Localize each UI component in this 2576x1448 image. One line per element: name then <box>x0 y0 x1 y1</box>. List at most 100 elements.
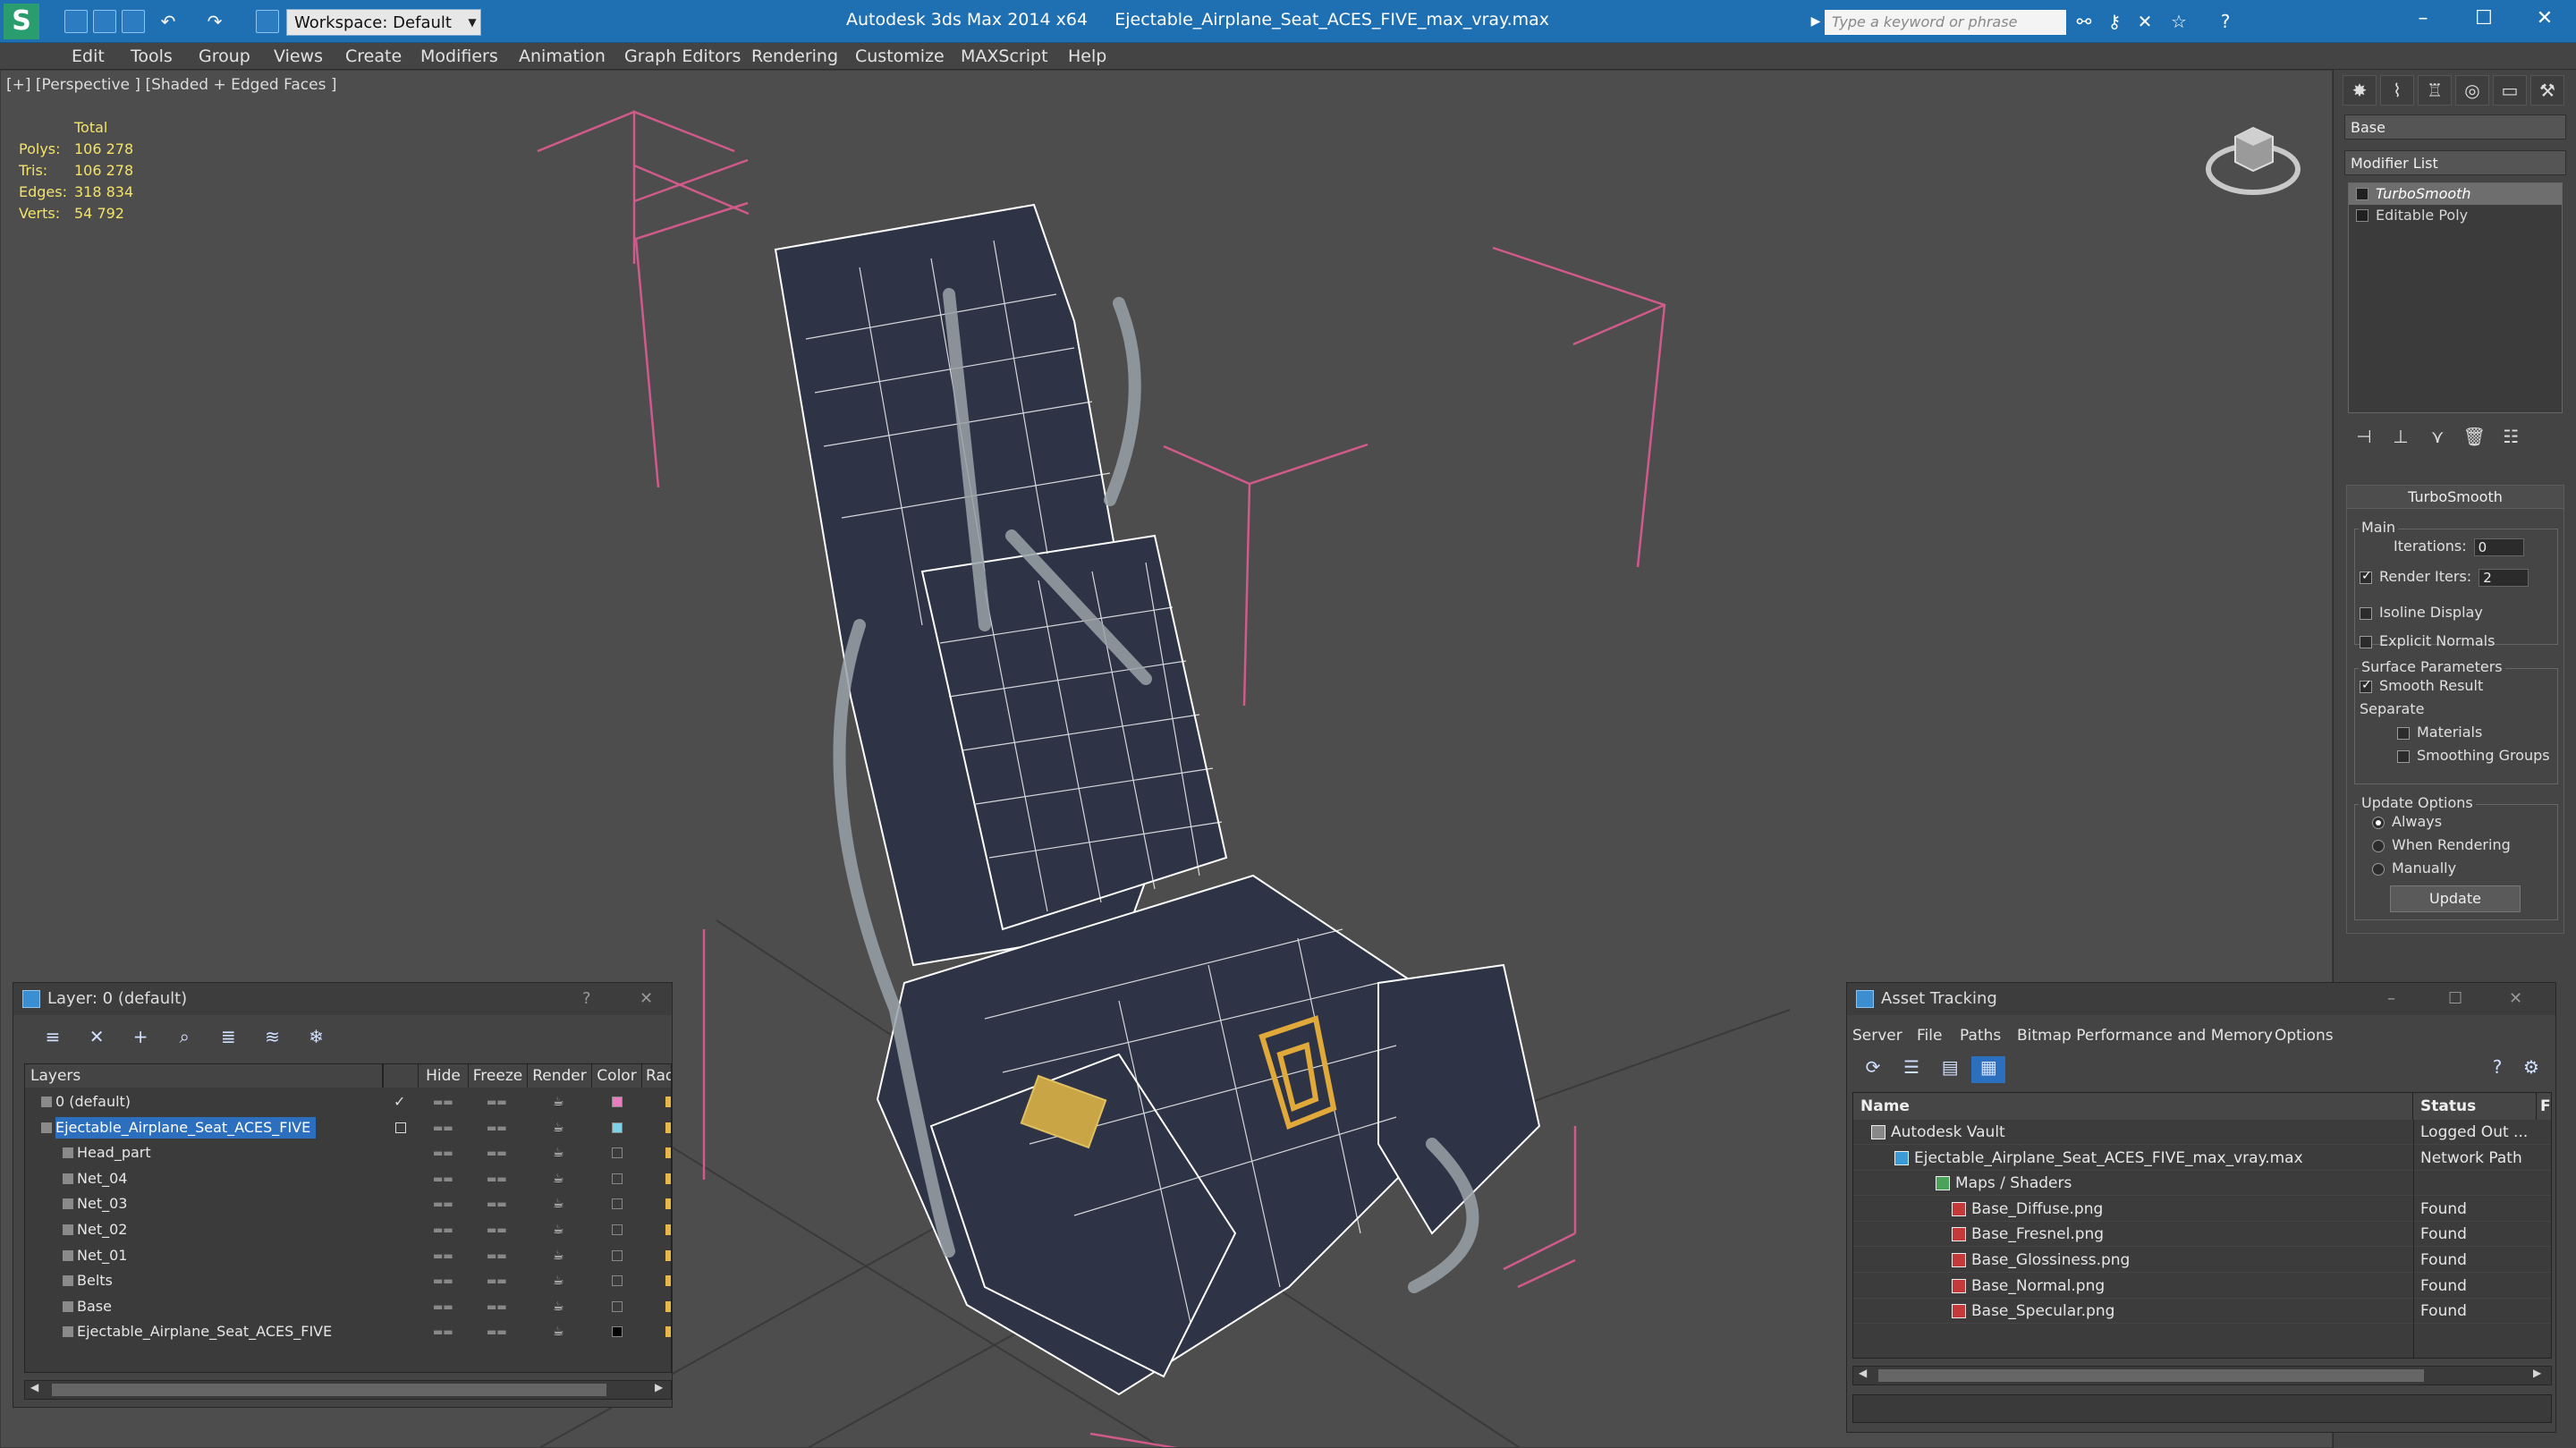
settings-icon[interactable]: ⚙ <box>2514 1056 2548 1083</box>
materials-row[interactable]: Materials <box>2397 724 2482 741</box>
light-bulb-icon[interactable] <box>2356 188 2368 200</box>
isoline-checkbox[interactable] <box>2360 606 2372 620</box>
layer-name[interactable]: 0 (default) <box>55 1091 136 1113</box>
radiosity-icon[interactable] <box>665 1300 671 1312</box>
close-button[interactable]: ✕ <box>2522 5 2567 32</box>
update-button[interactable]: Update <box>2390 885 2521 912</box>
maximize-icon[interactable]: ☐ <box>2448 983 2462 1015</box>
menu-maxscript[interactable]: MAXScript <box>961 43 1048 70</box>
rollout-title[interactable]: TurboSmooth <box>2347 486 2563 509</box>
layer-color-swatch[interactable] <box>612 1300 623 1312</box>
make-unique-icon[interactable]: ⋎ <box>2421 426 2453 447</box>
radiosity-icon[interactable] <box>665 1173 671 1184</box>
layer-name[interactable]: Ejectable_Airplane_Seat_ACES_FIVE <box>55 1116 317 1139</box>
layer-color-swatch[interactable] <box>612 1173 623 1184</box>
smooth-result-row[interactable]: Smooth Result <box>2360 677 2483 694</box>
when-rendering-radio[interactable] <box>2372 839 2385 852</box>
help-icon[interactable]: ? <box>2215 11 2236 32</box>
active-layer-check-icon[interactable]: ✓ <box>394 1089 405 1114</box>
horizontal-scrollbar[interactable]: ◀ ▶ <box>24 1380 672 1400</box>
render-teapot-icon[interactable]: ☕ <box>553 1089 564 1114</box>
manually-row[interactable]: Manually <box>2372 859 2456 876</box>
freeze-toggle[interactable]: ▬▬ <box>487 1166 507 1191</box>
layer-name[interactable]: Net_02 <box>77 1219 132 1241</box>
hide-toggle[interactable]: ▬▬ <box>433 1319 453 1344</box>
configure-sets-icon[interactable]: ☷ <box>2495 426 2527 447</box>
viewcube-icon[interactable] <box>2203 112 2303 201</box>
menu-edit[interactable]: Edit <box>72 43 105 70</box>
asset-path-field[interactable] <box>1852 1394 2552 1423</box>
menu-animation[interactable]: Animation <box>519 43 606 70</box>
asset-row[interactable]: Base_Specular.png Found <box>1853 1299 2551 1325</box>
render-teapot-icon[interactable]: ☕ <box>553 1268 564 1293</box>
radiosity-icon[interactable] <box>665 1147 671 1159</box>
scroll-thumb[interactable] <box>52 1384 606 1396</box>
chevron-down-icon[interactable]: ▼ <box>463 9 481 36</box>
detail-view-icon[interactable]: ▤ <box>1933 1056 1967 1083</box>
isoline-display-row[interactable]: Isoline Display <box>2360 604 2483 621</box>
hide-toggle[interactable]: ▬▬ <box>433 1089 453 1114</box>
column-extra[interactable]: F <box>2537 1093 2551 1120</box>
manually-radio[interactable] <box>2372 862 2385 876</box>
smoothing-groups-checkbox[interactable] <box>2397 749 2410 763</box>
always-row[interactable]: Always <box>2372 813 2442 830</box>
column-radiosity[interactable]: Radi <box>642 1064 671 1088</box>
hide-toggle[interactable]: ▬▬ <box>433 1140 453 1165</box>
open-file-icon[interactable] <box>93 10 116 33</box>
radiosity-icon[interactable] <box>665 1326 671 1338</box>
radiosity-icon[interactable] <box>665 1198 671 1210</box>
freeze-toggle[interactable]: ▬▬ <box>487 1243 507 1268</box>
help-icon[interactable]: ? <box>2480 1056 2514 1083</box>
explicit-normals-row[interactable]: Explicit Normals <box>2360 632 2495 649</box>
search-input[interactable]: Type a keyword or phrase <box>1825 10 2066 35</box>
hierarchy-tab-icon[interactable]: ♖ <box>2418 75 2452 106</box>
layer-window-titlebar[interactable]: Layer: 0 (default) ? ✕ <box>13 983 672 1015</box>
asset-row[interactable]: Maps / Shaders <box>1853 1171 2551 1197</box>
layer-row[interactable]: Base ▬▬ ▬▬ ☕ <box>25 1294 671 1319</box>
add-to-layer-icon[interactable]: + <box>121 1026 160 1047</box>
minimize-icon[interactable]: – <box>2387 983 2395 1015</box>
modifier-stack[interactable]: TurboSmooth Editable Poly <box>2348 182 2563 413</box>
utilities-tab-icon[interactable]: ⚒ <box>2530 75 2564 106</box>
layer-name[interactable]: Net_03 <box>77 1193 132 1215</box>
layer-color-swatch[interactable] <box>612 1326 623 1338</box>
freeze-toggle[interactable]: ▬▬ <box>487 1115 507 1140</box>
scroll-left-icon[interactable]: ◀ <box>1859 1367 1867 1379</box>
menu-server[interactable]: Server <box>1852 1024 1902 1047</box>
layer-row[interactable]: Ejectable_Airplane_Seat_ACES_FIVE ▬▬ ▬▬ ☕ <box>25 1115 671 1140</box>
layer-color-swatch[interactable] <box>612 1198 623 1210</box>
remove-modifier-icon[interactable]: 🗑 <box>2458 426 2490 447</box>
render-iters-checkbox[interactable] <box>2360 569 2372 584</box>
smoothing-groups-row[interactable]: Smoothing Groups <box>2397 747 2550 764</box>
menu-file[interactable]: File <box>1917 1024 1942 1047</box>
explicit-normals-checkbox[interactable] <box>2360 635 2372 648</box>
radiosity-icon[interactable] <box>665 1097 671 1107</box>
layer-color-swatch[interactable] <box>612 1249 623 1261</box>
menu-graph-editors[interactable]: Graph Editors <box>624 43 741 70</box>
layer-name[interactable]: Belts <box>77 1270 118 1291</box>
menu-customize[interactable]: Customize <box>855 43 945 70</box>
layer-color-swatch[interactable] <box>612 1224 623 1235</box>
layer-row[interactable]: 0 (default) ✓ ▬▬ ▬▬ ☕ <box>25 1089 671 1114</box>
scroll-right-icon[interactable]: ▶ <box>655 1381 663 1393</box>
layer-color-swatch[interactable] <box>612 1122 623 1133</box>
close-icon[interactable]: ✕ <box>2509 983 2522 1015</box>
hide-toggle[interactable]: ▬▬ <box>433 1294 453 1319</box>
binoculars-icon[interactable]: ⚯ <box>2073 11 2095 32</box>
render-teapot-icon[interactable]: ☕ <box>553 1294 564 1319</box>
menu-tools[interactable]: Tools <box>131 43 173 70</box>
scroll-right-icon[interactable]: ▶ <box>2533 1367 2541 1379</box>
asset-row[interactable]: Base_Glossiness.png Found <box>1853 1248 2551 1273</box>
materials-checkbox[interactable] <box>2397 726 2410 740</box>
app-logo-icon[interactable]: S <box>4 4 39 39</box>
freeze-toggle[interactable]: ▬▬ <box>487 1294 507 1319</box>
iterations-spinner[interactable]: 0 <box>2473 538 2524 556</box>
column-render[interactable]: Render <box>528 1064 592 1088</box>
create-tab-icon[interactable]: ✸ <box>2343 75 2377 106</box>
scroll-left-icon[interactable]: ◀ <box>30 1381 38 1393</box>
freeze-toggle[interactable]: ▬▬ <box>487 1140 507 1165</box>
menu-rendering[interactable]: Rendering <box>751 43 838 70</box>
render-teapot-icon[interactable]: ☕ <box>553 1166 564 1191</box>
freeze-toggle[interactable]: ▬▬ <box>487 1191 507 1216</box>
motion-tab-icon[interactable]: ◎ <box>2455 75 2489 106</box>
